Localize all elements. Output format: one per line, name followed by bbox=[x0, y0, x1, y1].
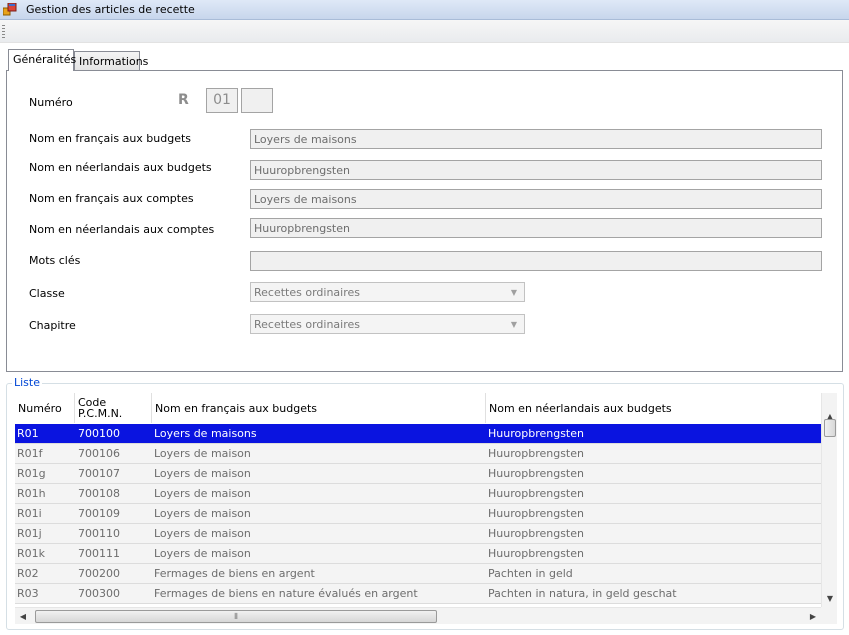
cell-numero: R01g bbox=[17, 467, 46, 480]
vertical-scroll-thumb[interactable] bbox=[824, 419, 836, 437]
toolstrip bbox=[0, 20, 849, 43]
cell-code: 700110 bbox=[78, 527, 120, 540]
nom-nl-comptes-label: Nom en néerlandais aux comptes bbox=[29, 223, 215, 236]
classe-label: Classe bbox=[29, 287, 65, 300]
tab-informations[interactable]: Informations bbox=[74, 51, 148, 71]
cell-numero: R01j bbox=[17, 527, 42, 540]
cell-nom-nl: Pachten in natura, in geld geschat bbox=[488, 587, 677, 600]
column-header-nom-nl-label: Nom en néerlandais aux budgets bbox=[489, 401, 672, 415]
classe-select[interactable]: Recettes ordinaires ▼ bbox=[250, 282, 525, 302]
cell-nom-fr: Loyers de maison bbox=[154, 507, 251, 520]
nom-nl-budgets-label: Nom en néerlandais aux budgets bbox=[29, 161, 212, 174]
scroll-right-icon[interactable]: ▶ bbox=[805, 608, 821, 625]
table-row[interactable]: R01f 700106 Loyers de maison Huuropbreng… bbox=[15, 444, 821, 464]
cell-nom-nl: Pachten in geld bbox=[488, 567, 573, 580]
cell-code: 700111 bbox=[78, 547, 120, 560]
column-header-nom-fr-label: Nom en français aux budgets bbox=[155, 401, 318, 415]
cell-numero: R01k bbox=[17, 547, 46, 560]
numero-label: Numéro bbox=[29, 96, 73, 109]
scroll-down-icon[interactable]: ▼ bbox=[822, 591, 838, 607]
nom-fr-budgets-label: Nom en français aux budgets bbox=[29, 132, 192, 145]
title-bar: Gestion des articles de recette bbox=[0, 0, 849, 20]
column-header-numero-label: Numéro bbox=[18, 401, 62, 415]
cell-code: 700100 bbox=[78, 427, 120, 440]
cell-numero: R01f bbox=[17, 447, 43, 460]
mots-cles-label: Mots clés bbox=[29, 254, 81, 267]
cell-nom-nl: Huuropbrengsten bbox=[488, 547, 584, 560]
liste-group-title: Liste bbox=[12, 376, 42, 389]
grid-header: Numéro Code P.C.M.N. Nom en français aux… bbox=[15, 393, 821, 423]
chapitre-label: Chapitre bbox=[29, 319, 76, 332]
articles-grid: Numéro Code P.C.M.N. Nom en français aux… bbox=[15, 393, 837, 624]
cell-nom-fr: Loyers de maison bbox=[154, 487, 251, 500]
table-row[interactable]: R02 700200 Fermages de biens en argent P… bbox=[15, 564, 821, 584]
nom-fr-budgets-field[interactable]: Loyers de maisons bbox=[250, 129, 822, 149]
cell-code: 700200 bbox=[78, 567, 120, 580]
numero-prefix: R bbox=[178, 92, 189, 108]
table-row[interactable]: R01k 700111 Loyers de maison Huuropbreng… bbox=[15, 544, 821, 564]
scroll-left-icon[interactable]: ◀ bbox=[15, 608, 31, 625]
cell-nom-nl: Huuropbrengsten bbox=[488, 507, 584, 520]
window-title: Gestion des articles de recette bbox=[26, 3, 195, 16]
chevron-down-icon[interactable]: ▼ bbox=[507, 286, 521, 299]
numero-part2-input[interactable] bbox=[241, 88, 273, 113]
mots-cles-field[interactable] bbox=[250, 251, 822, 271]
nom-fr-comptes-field[interactable]: Loyers de maisons bbox=[250, 189, 822, 209]
toolstrip-grip[interactable] bbox=[2, 25, 5, 39]
cell-code: 700108 bbox=[78, 487, 120, 500]
grid-vertical-scrollbar[interactable]: ▲ ▼ bbox=[821, 393, 837, 607]
chevron-down-icon[interactable]: ▼ bbox=[507, 318, 521, 331]
cell-numero: R03 bbox=[17, 587, 39, 600]
nom-fr-comptes-label: Nom en français aux comptes bbox=[29, 192, 194, 205]
cell-nom-nl: Huuropbrengsten bbox=[488, 487, 584, 500]
nom-nl-comptes-field[interactable]: Huuropbrengsten bbox=[250, 218, 822, 238]
cell-nom-nl: Huuropbrengsten bbox=[488, 447, 584, 460]
cell-code: 700106 bbox=[78, 447, 120, 460]
cell-numero: R02 bbox=[17, 567, 39, 580]
cell-code: 700109 bbox=[78, 507, 120, 520]
cell-nom-nl: Huuropbrengsten bbox=[488, 467, 584, 480]
cell-nom-fr: Fermages de biens en argent bbox=[154, 567, 315, 580]
app-window-icon bbox=[3, 3, 17, 16]
cell-nom-nl: Huuropbrengsten bbox=[488, 427, 584, 440]
chapitre-value: Recettes ordinaires bbox=[254, 318, 360, 331]
cell-nom-nl: Huuropbrengsten bbox=[488, 527, 584, 540]
table-row[interactable]: R03 700300 Fermages de biens en nature é… bbox=[15, 584, 821, 604]
nom-nl-budgets-field[interactable]: Huuropbrengsten bbox=[250, 160, 822, 180]
table-row[interactable]: R01j 700110 Loyers de maison Huuropbreng… bbox=[15, 524, 821, 544]
scrollbar-corner bbox=[821, 607, 837, 624]
numero-part1-input[interactable]: 01 bbox=[206, 88, 238, 113]
horizontal-scroll-thumb[interactable]: ⦀ bbox=[35, 610, 437, 623]
column-header-nom-nl[interactable]: Nom en néerlandais aux budgets bbox=[486, 393, 821, 423]
tab-generalites[interactable]: Généralités bbox=[8, 49, 76, 71]
cell-nom-fr: Loyers de maison bbox=[154, 467, 251, 480]
cell-nom-fr: Fermages de biens en nature évalués en a… bbox=[154, 587, 418, 600]
table-row[interactable]: R01i 700109 Loyers de maison Huuropbreng… bbox=[15, 504, 821, 524]
table-row[interactable]: R01h 700108 Loyers de maison Huuropbreng… bbox=[15, 484, 821, 504]
chapitre-select[interactable]: Recettes ordinaires ▼ bbox=[250, 314, 525, 334]
cell-nom-fr: Loyers de maison bbox=[154, 547, 251, 560]
grid-horizontal-scrollbar[interactable]: ◀ ⦀ ▶ bbox=[15, 607, 821, 624]
cell-numero: R01i bbox=[17, 507, 42, 520]
cell-code: 700300 bbox=[78, 587, 120, 600]
column-header-code[interactable]: Code P.C.M.N. bbox=[75, 393, 152, 423]
cell-nom-fr: Loyers de maison bbox=[154, 447, 251, 460]
cell-numero: R01h bbox=[17, 487, 46, 500]
column-header-numero[interactable]: Numéro bbox=[15, 393, 75, 423]
cell-nom-fr: Loyers de maison bbox=[154, 527, 251, 540]
cell-nom-fr: Loyers de maisons bbox=[154, 427, 257, 440]
cell-code: 700107 bbox=[78, 467, 120, 480]
cell-numero: R01 bbox=[17, 427, 39, 440]
column-header-nom-fr[interactable]: Nom en français aux budgets bbox=[152, 393, 486, 423]
column-header-code-line2: P.C.M.N. bbox=[78, 407, 123, 420]
table-row[interactable]: R01 700100 Loyers de maisons Huuropbreng… bbox=[15, 424, 821, 444]
table-row[interactable]: R01g 700107 Loyers de maison Huuropbreng… bbox=[15, 464, 821, 484]
classe-value: Recettes ordinaires bbox=[254, 286, 360, 299]
